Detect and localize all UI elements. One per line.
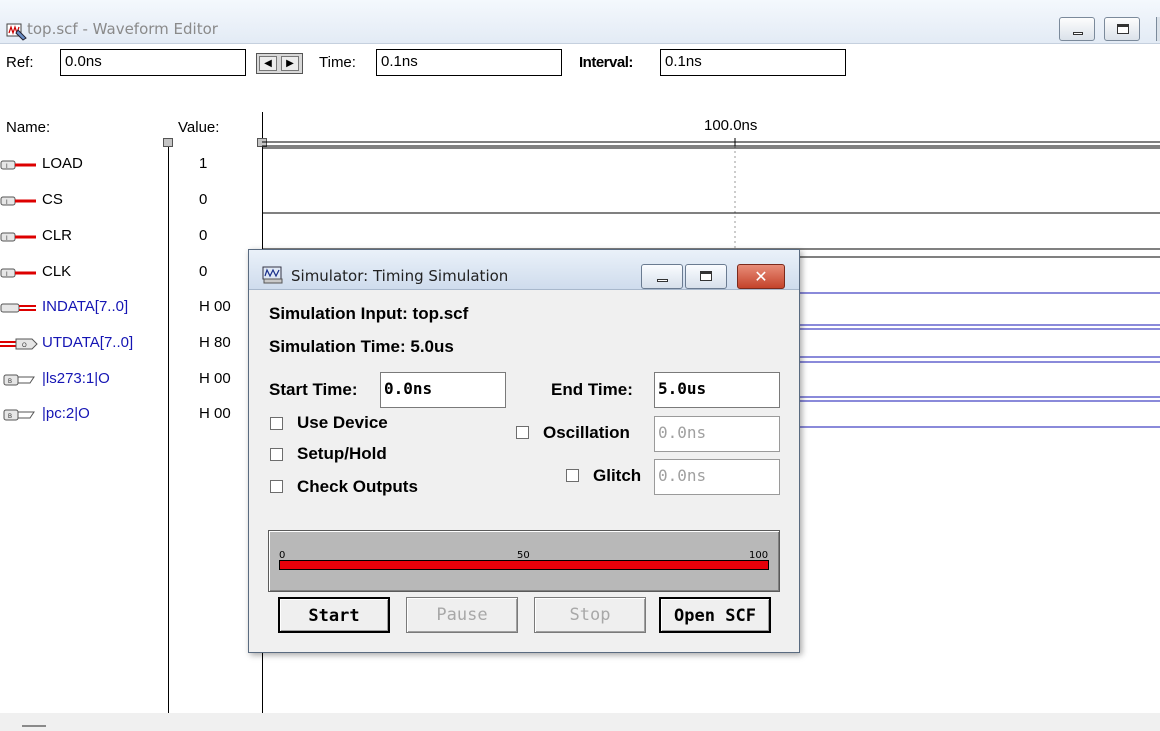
value-column-header: Value:: [178, 119, 220, 136]
arrow-left-icon[interactable]: ◀: [259, 56, 277, 71]
svg-text:B: B: [8, 414, 12, 420]
signal-name: CS: [42, 191, 63, 208]
input-pin-icon: I: [0, 232, 36, 242]
use-device-label: Use Device: [297, 413, 388, 432]
start-time-label: Start Time:: [269, 380, 358, 399]
ref-time-arrows[interactable]: ◀ ▶: [256, 53, 303, 74]
end-time-label: End Time:: [551, 380, 633, 399]
simulation-time-label: Simulation Time: 5.0us: [269, 337, 454, 356]
end-time-input[interactable]: 5.0us: [654, 372, 780, 408]
simulator-dialog: Simulator: Timing Simulation ✕ Simulatio…: [248, 249, 800, 653]
signal-value: H 00: [199, 405, 231, 422]
oscillation-checkbox[interactable]: [516, 426, 529, 439]
oscillation-label: Oscillation: [543, 423, 630, 442]
signal-name: |ls273:1|O: [42, 370, 110, 387]
dialog-minimize-button[interactable]: [641, 264, 683, 289]
signal-name: CLR: [42, 227, 73, 244]
arrow-right-icon[interactable]: ▶: [281, 56, 299, 71]
start-button[interactable]: Start: [278, 597, 390, 633]
time-input[interactable]: 0.1ns: [376, 49, 562, 76]
signal-value: H 80: [199, 334, 231, 351]
signal-row-ls273[interactable]: B |ls273:1|O H 00: [0, 366, 250, 392]
time-toolbar: Ref: 0.0ns ◀ ▶ Time: 0.1ns Interval: 0.1…: [0, 44, 1160, 84]
input-pin-icon: I: [0, 268, 36, 278]
minimize-button[interactable]: [1059, 17, 1095, 41]
buried-node-icon: B: [3, 409, 35, 421]
signal-row-clk[interactable]: I CLK 0: [0, 259, 250, 285]
maximize-icon: [1117, 24, 1129, 34]
maximize-button[interactable]: [1104, 17, 1140, 41]
dialog-title: Simulator: Timing Simulation: [291, 267, 509, 285]
glitch-label: Glitch: [593, 466, 642, 485]
signal-value: 0: [199, 263, 208, 280]
signal-name: CLK: [42, 263, 72, 280]
oscillation-input[interactable]: 0.0ns: [654, 416, 780, 452]
input-pin-icon: I: [0, 196, 36, 206]
simulator-icon: [262, 266, 283, 284]
column-resize-handle[interactable]: [163, 138, 173, 147]
open-scf-button[interactable]: Open SCF: [659, 597, 771, 633]
ref-input[interactable]: 0.0ns: [60, 49, 246, 76]
signal-row-indata[interactable]: INDATA[7..0] H 00: [0, 294, 250, 320]
signal-value: 0: [199, 227, 208, 244]
check-outputs-label: Check Outputs: [297, 477, 418, 496]
close-button-edge[interactable]: [1156, 17, 1160, 41]
simulation-progress: 0 50 100: [268, 530, 780, 592]
ref-label: Ref:: [6, 54, 34, 71]
signal-name: LOAD: [42, 155, 83, 172]
dialog-titlebar[interactable]: Simulator: Timing Simulation ✕: [249, 250, 799, 290]
window-titlebar: top.scf - Waveform Editor: [0, 0, 1160, 44]
time-label: Time:: [319, 54, 356, 71]
signal-value: H 00: [199, 298, 231, 315]
waveform-editor-icon: [6, 23, 27, 41]
signal-row-pc[interactable]: B |pc:2|O H 00: [0, 401, 250, 427]
close-icon: ✕: [754, 267, 768, 286]
input-pin-icon: I: [0, 160, 36, 170]
progress-track: [279, 560, 769, 570]
setup-hold-checkbox[interactable]: [270, 448, 283, 461]
check-outputs-checkbox[interactable]: [270, 480, 283, 493]
interval-label: Interval:: [579, 54, 633, 71]
signal-row-load[interactable]: I LOAD 1: [0, 151, 250, 177]
input-bus-icon: [0, 303, 36, 313]
start-time-input[interactable]: 0.0ns: [380, 372, 506, 408]
minimize-icon: [657, 279, 668, 282]
dialog-close-button[interactable]: ✕: [737, 264, 785, 289]
maximize-icon: [700, 271, 712, 281]
signal-value: 1: [199, 155, 208, 172]
signal-row-utdata[interactable]: O UTDATA[7..0] H 80: [0, 330, 250, 356]
simulation-input-label: Simulation Input: top.scf: [269, 304, 469, 323]
signal-name: UTDATA[7..0]: [42, 334, 134, 351]
progress-fill: [280, 561, 768, 569]
setup-hold-label: Setup/Hold: [297, 444, 387, 463]
signal-name: |pc:2|O: [42, 405, 90, 422]
name-column-header: Name:: [6, 119, 51, 136]
glitch-checkbox[interactable]: [566, 469, 579, 482]
signal-row-cs[interactable]: I CS 0: [0, 187, 250, 213]
glitch-input[interactable]: 0.0ns: [654, 459, 780, 495]
signal-name: INDATA[7..0]: [42, 298, 129, 315]
output-bus-icon: O: [0, 338, 38, 350]
signal-value: 0: [199, 191, 208, 208]
dialog-maximize-button[interactable]: [685, 264, 727, 289]
buried-node-icon: B: [3, 374, 35, 386]
signal-value: H 00: [199, 370, 231, 387]
stop-button[interactable]: Stop: [534, 597, 646, 633]
use-device-checkbox[interactable]: [270, 417, 283, 430]
signal-row-clr[interactable]: I CLR 0: [0, 223, 250, 249]
pause-button[interactable]: Pause: [406, 597, 518, 633]
interval-input[interactable]: 0.1ns: [660, 49, 846, 76]
status-dash: [22, 725, 46, 727]
svg-text:O: O: [22, 343, 27, 349]
window-title: top.scf - Waveform Editor: [27, 20, 218, 38]
status-strip: [0, 713, 1160, 731]
svg-text:B: B: [8, 379, 12, 385]
minimize-icon: [1073, 32, 1083, 35]
